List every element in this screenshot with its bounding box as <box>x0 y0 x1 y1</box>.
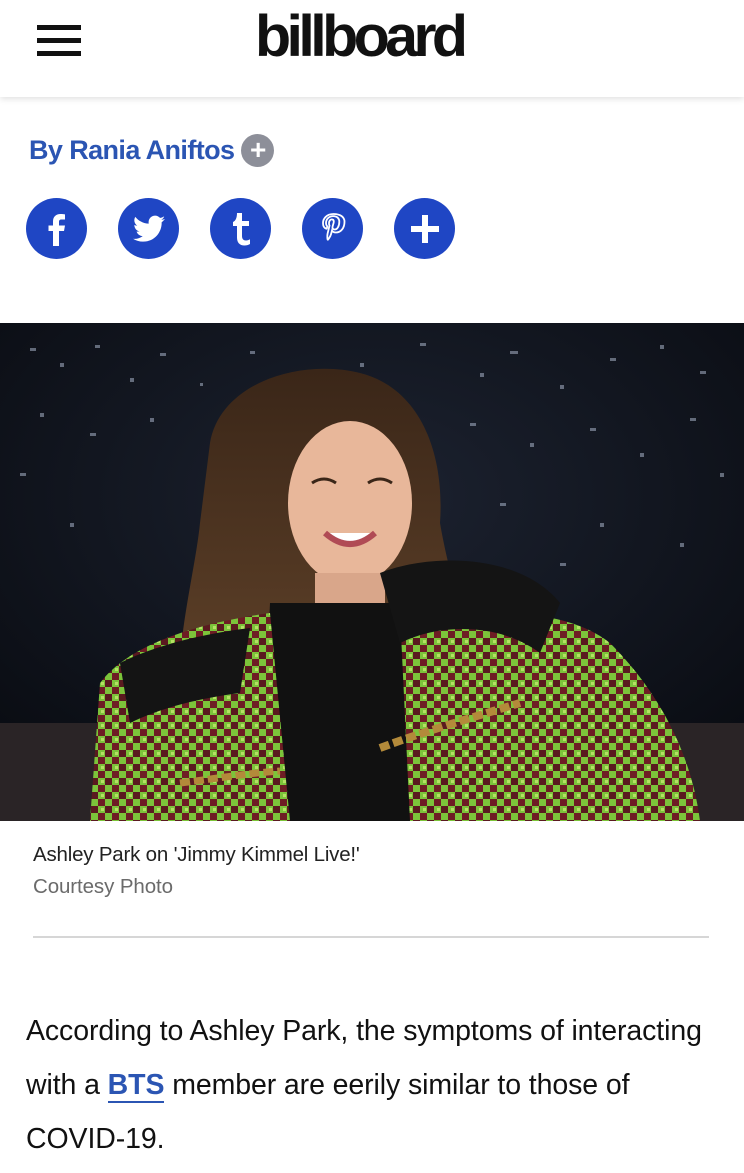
photo-caption: Ashley Park on 'Jimmy Kimmel Live!' <box>33 843 360 866</box>
article-paragraph: According to Ashley Park, the symptoms o… <box>26 1004 726 1166</box>
more-share-button[interactable] <box>394 198 455 259</box>
twitter-share-button[interactable] <box>118 198 179 259</box>
facebook-icon <box>48 213 65 246</box>
tumblr-icon <box>232 212 250 245</box>
twitter-icon <box>132 215 165 242</box>
share-bar <box>26 198 486 259</box>
tumblr-share-button[interactable] <box>210 198 271 259</box>
photo-credit: Courtesy Photo <box>33 875 173 898</box>
site-header: billboard <box>0 0 744 97</box>
byline: By Rania Aniftos + <box>29 132 275 168</box>
article-photo[interactable] <box>0 323 744 821</box>
pinterest-share-button[interactable] <box>302 198 363 259</box>
hamburger-menu-icon[interactable] <box>37 22 81 58</box>
follow-author-plus-icon[interactable]: + <box>241 133 275 167</box>
author-link[interactable]: By Rania Aniftos <box>29 135 235 166</box>
pinterest-icon <box>321 212 345 241</box>
more-share-icon <box>410 214 439 243</box>
caption-divider <box>33 936 709 938</box>
billboard-logo[interactable]: billboard <box>255 4 468 70</box>
facebook-share-button[interactable] <box>26 198 87 259</box>
bts-link[interactable]: BTS <box>107 1069 164 1103</box>
photo-illustration <box>0 323 744 821</box>
